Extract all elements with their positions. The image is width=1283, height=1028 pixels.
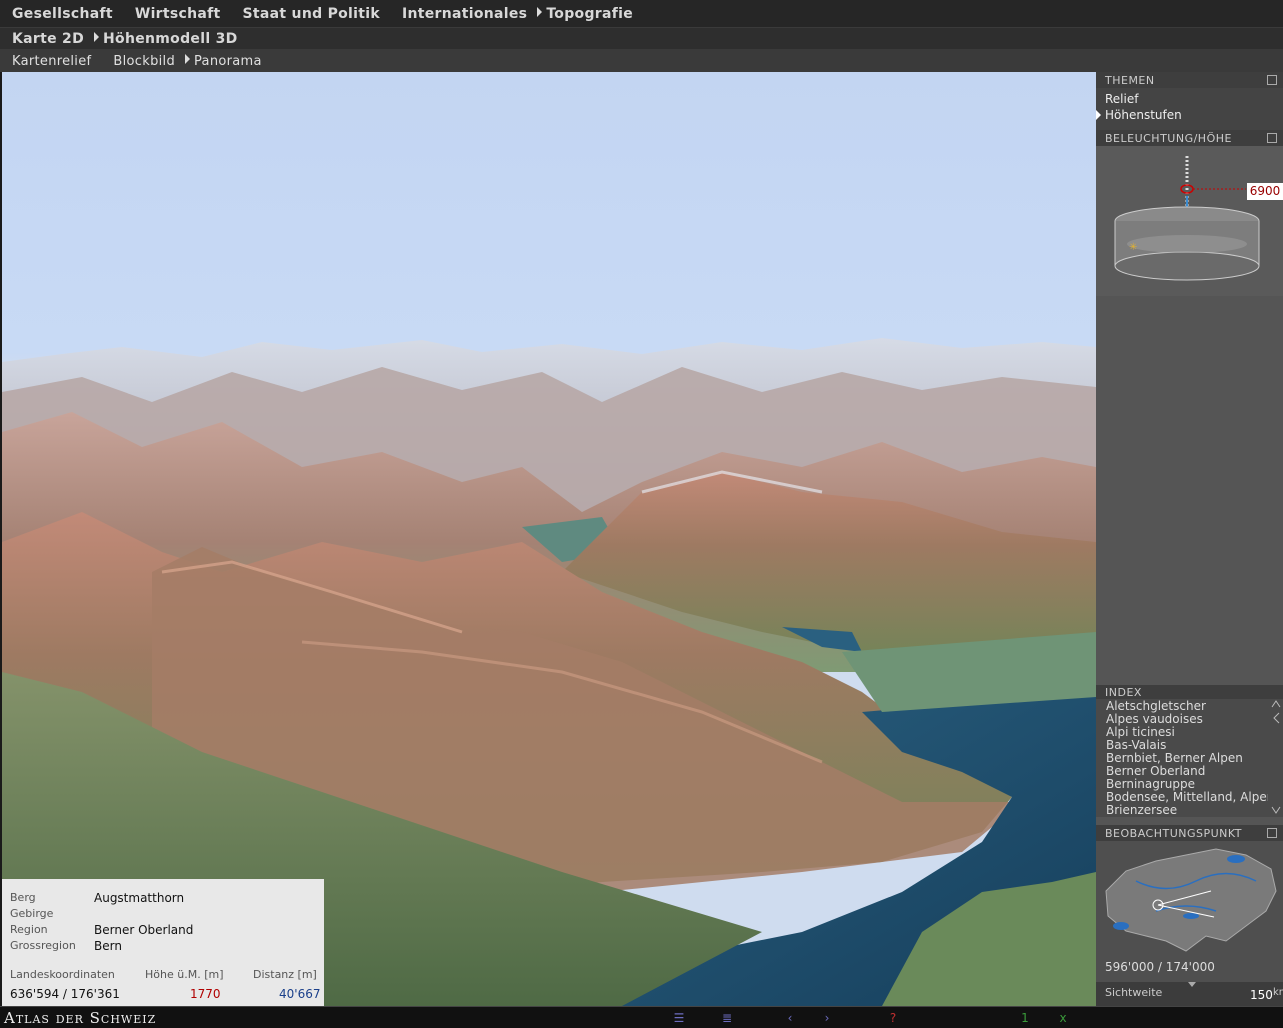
themen-header: THEMEN bbox=[1096, 72, 1283, 88]
index-item[interactable]: Berner Oberland bbox=[1106, 765, 1268, 778]
berg-label: Berg bbox=[10, 891, 36, 904]
forward-icon[interactable]: › bbox=[820, 1011, 834, 1025]
footer-bar: Atlas der Schweiz ☰ ≣ ‹ › ? 1 x bbox=[0, 1006, 1283, 1028]
theme-relief[interactable]: Relief bbox=[1105, 92, 1138, 106]
sichtweite-label: Sichtweite bbox=[1105, 986, 1163, 999]
main-menu: Gesellschaft Wirtschaft Staat und Politi… bbox=[0, 0, 1283, 28]
grossregion-value: Bern bbox=[94, 939, 122, 953]
menu-staat-politik[interactable]: Staat und Politik bbox=[243, 6, 380, 22]
menu-internationales[interactable]: Internationales bbox=[402, 6, 527, 22]
menu-hoehenmodell-3d[interactable]: Höhenmodell 3D bbox=[94, 31, 238, 47]
close-icon[interactable]: x bbox=[1056, 1011, 1070, 1025]
index-scrollbar[interactable] bbox=[1271, 699, 1281, 817]
theme-hoehenstufen[interactable]: Höhenstufen bbox=[1096, 108, 1182, 122]
observation-coord: 596'000 / 174'000 bbox=[1105, 960, 1215, 974]
svg-text:✳: ✳ bbox=[1129, 242, 1137, 253]
region-label: Region bbox=[10, 923, 48, 936]
index-item[interactable]: Bernbiet, Berner Alpen bbox=[1106, 752, 1268, 765]
index-header: INDEX bbox=[1096, 685, 1283, 699]
expand-icon[interactable] bbox=[1267, 828, 1277, 838]
beleuchtung-header: BELEUCHTUNG/HÖHE bbox=[1096, 130, 1283, 146]
legend-icon[interactable]: ☰ bbox=[672, 1011, 686, 1025]
beleuchtung-title: BELEUCHTUNG/HÖHE bbox=[1105, 132, 1232, 145]
region-value: Berner Oberland bbox=[94, 923, 194, 937]
sub-menu: Karte 2D Höhenmodell 3D bbox=[0, 28, 1283, 50]
feature-info-panel: Berg Augstmatthorn Gebirge Region Berner… bbox=[2, 879, 324, 1006]
coord-value: 636'594 / 176'361 bbox=[10, 987, 120, 1001]
index-item[interactable]: Bas-Valais bbox=[1106, 739, 1268, 752]
window-icon[interactable]: 1 bbox=[1018, 1011, 1032, 1025]
help-icon[interactable]: ? bbox=[886, 1011, 900, 1025]
distanz-value: 40'667 bbox=[279, 987, 321, 1001]
menu-gesellschaft[interactable]: Gesellschaft bbox=[12, 6, 113, 22]
menu-wirtschaft[interactable]: Wirtschaft bbox=[135, 6, 221, 22]
height-value[interactable]: 6900 bbox=[1247, 183, 1283, 200]
beobachtung-header: BEOBACHTUNGSPUNKT bbox=[1096, 825, 1283, 841]
switzerland-map-icon bbox=[1105, 848, 1277, 952]
sichtweite-unit: km bbox=[1273, 987, 1283, 998]
panorama-view[interactable] bbox=[2, 72, 1096, 1006]
index-item[interactable]: Aletschgletscher bbox=[1106, 700, 1268, 713]
distanz-label: Distanz [m] bbox=[253, 968, 317, 981]
observation-point-map[interactable]: 596'000 / 174'000 Sichtweite 150 km bbox=[1096, 841, 1283, 1006]
hoehe-value: 1770 bbox=[190, 987, 221, 1001]
themen-title: THEMEN bbox=[1105, 74, 1155, 87]
grossregion-label: Grossregion bbox=[10, 939, 76, 952]
back-icon[interactable]: ‹ bbox=[783, 1011, 797, 1025]
index-item[interactable]: Bodensee, Mittelland, Alpen bbox=[1106, 791, 1268, 804]
lighting-height-control[interactable]: ✳ 6900 bbox=[1096, 146, 1283, 296]
expand-icon[interactable] bbox=[1267, 133, 1277, 143]
menu-topografie[interactable]: Topografie bbox=[537, 6, 633, 22]
sichtweite-slider-icon[interactable] bbox=[1188, 982, 1196, 987]
index-title: INDEX bbox=[1105, 686, 1142, 699]
index-item[interactable]: Berninagruppe bbox=[1106, 778, 1268, 791]
menu-kartenrelief[interactable]: Kartenrelief bbox=[12, 54, 91, 69]
menu-panorama[interactable]: Panorama bbox=[185, 54, 262, 69]
index-item[interactable]: Brienzersee bbox=[1106, 804, 1268, 817]
hoehe-label: Höhe ü.M. [m] bbox=[145, 968, 224, 981]
beobachtung-title: BEOBACHTUNGSPUNKT bbox=[1105, 827, 1242, 840]
index-item[interactable]: Alpi ticinesi bbox=[1106, 726, 1268, 739]
themen-list: Relief Höhenstufen bbox=[1096, 88, 1283, 132]
lighting-cylinder-icon: ✳ bbox=[1114, 156, 1260, 281]
right-sidebar: THEMEN Relief Höhenstufen BELEUCHTUNG/HÖ… bbox=[1096, 72, 1283, 1006]
berg-value: Augstmatthorn bbox=[94, 891, 185, 905]
sichtweite-value: 150 bbox=[1250, 988, 1273, 1002]
sub-sub-menu: Kartenrelief Blockbild Panorama bbox=[0, 50, 1283, 72]
gebirge-label: Gebirge bbox=[10, 907, 54, 920]
index-item[interactable]: Alpes vaudoises bbox=[1106, 713, 1268, 726]
index-list: Aletschgletscher Alpes vaudoises Alpi ti… bbox=[1096, 699, 1283, 817]
sichtweite-control[interactable]: Sichtweite 150 km bbox=[1096, 982, 1283, 1006]
terrain-render bbox=[2, 338, 1096, 1006]
menu-blockbild[interactable]: Blockbild bbox=[113, 54, 175, 69]
expand-icon[interactable] bbox=[1267, 75, 1277, 85]
brand-logo: Atlas der Schweiz bbox=[4, 1009, 157, 1027]
menu-karte-2d[interactable]: Karte 2D bbox=[12, 31, 84, 47]
document-icon[interactable]: ≣ bbox=[720, 1011, 734, 1025]
coord-label: Landeskoordinaten bbox=[10, 968, 115, 981]
